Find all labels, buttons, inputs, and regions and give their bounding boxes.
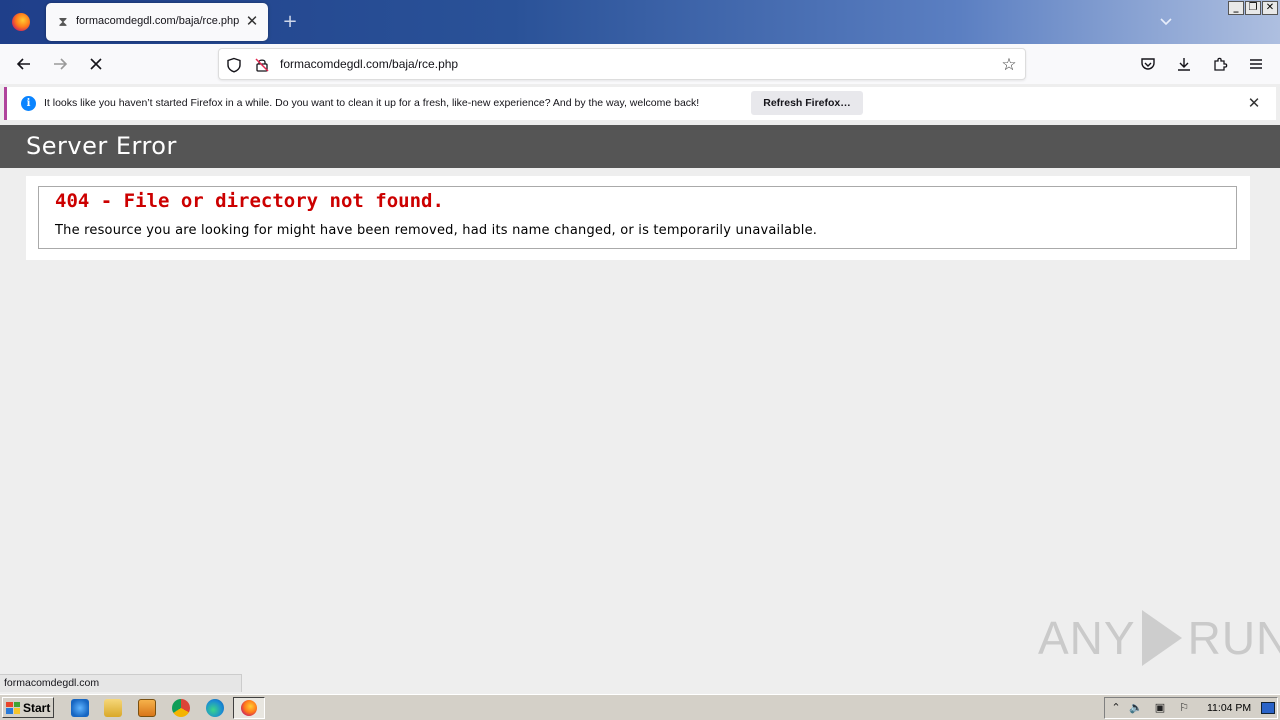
refresh-firefox-notification: i It looks like you haven’t started Fire… [4,87,1276,120]
play-triangle-icon [1141,610,1182,666]
notification-message: It looks like you haven’t started Firefo… [44,97,700,109]
url-text[interactable]: formacomdegdl.com/baja/rce.php [280,57,458,71]
puzzle-piece-icon [1214,57,1228,71]
firefox-view-button[interactable] [0,0,42,44]
tab-close-icon[interactable]: ✕ [244,13,260,29]
hourglass-loading-icon: ⧗ [58,14,68,30]
show-hidden-icons-arrow[interactable]: ⌃ [1109,701,1123,715]
insecure-lock-icon[interactable] [253,56,271,74]
taskbar-firefox-active[interactable] [233,697,265,719]
error-fieldset: 404 - File or directory not found. The r… [38,186,1237,249]
edge-icon[interactable] [206,699,224,717]
tab-title: formacomdegdl.com/baja/rce.php [76,15,240,27]
clock[interactable]: 11:04 PM [1207,702,1251,714]
stop-x-icon [90,58,102,70]
media-player-icon[interactable] [138,699,156,717]
tab-active[interactable]: ⧗ formacomdegdl.com/baja/rce.php ✕ [46,3,268,41]
firefox-taskbar-icon [241,700,257,716]
web-page: Server Error 404 - File or directory not… [0,124,1280,672]
pocket-button[interactable] [1136,52,1160,76]
new-tab-button[interactable]: + [280,12,300,32]
tracking-protection-shield-icon[interactable] [225,56,243,74]
show-desktop-icon[interactable] [1261,702,1275,714]
forward-button[interactable] [48,52,72,76]
refresh-firefox-button[interactable]: Refresh Firefox… [751,91,863,115]
bookmark-star-icon[interactable]: ☆ [999,55,1019,75]
network-icon[interactable]: ▣ [1153,701,1167,715]
start-button[interactable]: Start [2,697,54,718]
url-bar[interactable]: formacomdegdl.com/baja/rce.php ☆ [218,48,1026,80]
minimize-button[interactable]: _ [1228,1,1244,15]
info-icon: i [21,96,36,111]
volume-icon[interactable]: 🔈 [1129,701,1143,715]
watermark-any: ANY [1038,612,1136,664]
action-center-flag-icon[interactable]: ⚐ [1177,701,1191,715]
extensions-button[interactable] [1208,52,1232,76]
page-title: Server Error [26,132,177,160]
back-arrow-icon [16,58,30,70]
downloads-button[interactable] [1172,52,1196,76]
tab-bar: ⧗ formacomdegdl.com/baja/rce.php ✕ + _ ❐… [0,0,1280,44]
stop-loading-button[interactable] [84,52,108,76]
hamburger-menu-icon [1250,59,1262,69]
system-tray: ⌃ 🔈 ▣ ⚐ 11:04 PM [1104,697,1278,719]
error-description: The resource you are looking for might h… [55,223,818,238]
pocket-icon [1141,58,1155,70]
taskbar: Start ⌃ 🔈 ▣ ⚐ 11:04 PM [0,694,1280,720]
restore-button[interactable]: ❐ [1245,1,1261,15]
close-window-button[interactable]: ✕ [1262,1,1278,15]
firefox-logo-icon [12,13,30,31]
chrome-icon[interactable] [172,699,190,717]
back-button[interactable] [12,52,36,76]
anyrun-watermark: ANY RUN [1038,608,1280,668]
navigation-toolbar: formacomdegdl.com/baja/rce.php ☆ [0,44,1280,84]
status-link-overlay: formacomdegdl.com [0,674,242,692]
download-icon [1178,58,1190,71]
app-menu-button[interactable] [1244,52,1268,76]
watermark-run: RUN [1187,612,1280,664]
start-label: Start [23,700,51,715]
error-content: 404 - File or directory not found. The r… [26,176,1250,260]
error-title: 404 - File or directory not found. [55,190,444,212]
forward-arrow-icon [54,58,68,70]
page-header: Server Error [0,125,1280,168]
windows-flag-icon [6,701,20,714]
file-explorer-icon[interactable] [104,699,122,717]
notification-close-icon[interactable]: ✕ [1246,95,1262,111]
internet-explorer-icon[interactable] [71,699,89,717]
list-all-tabs-icon[interactable] [1158,14,1174,30]
